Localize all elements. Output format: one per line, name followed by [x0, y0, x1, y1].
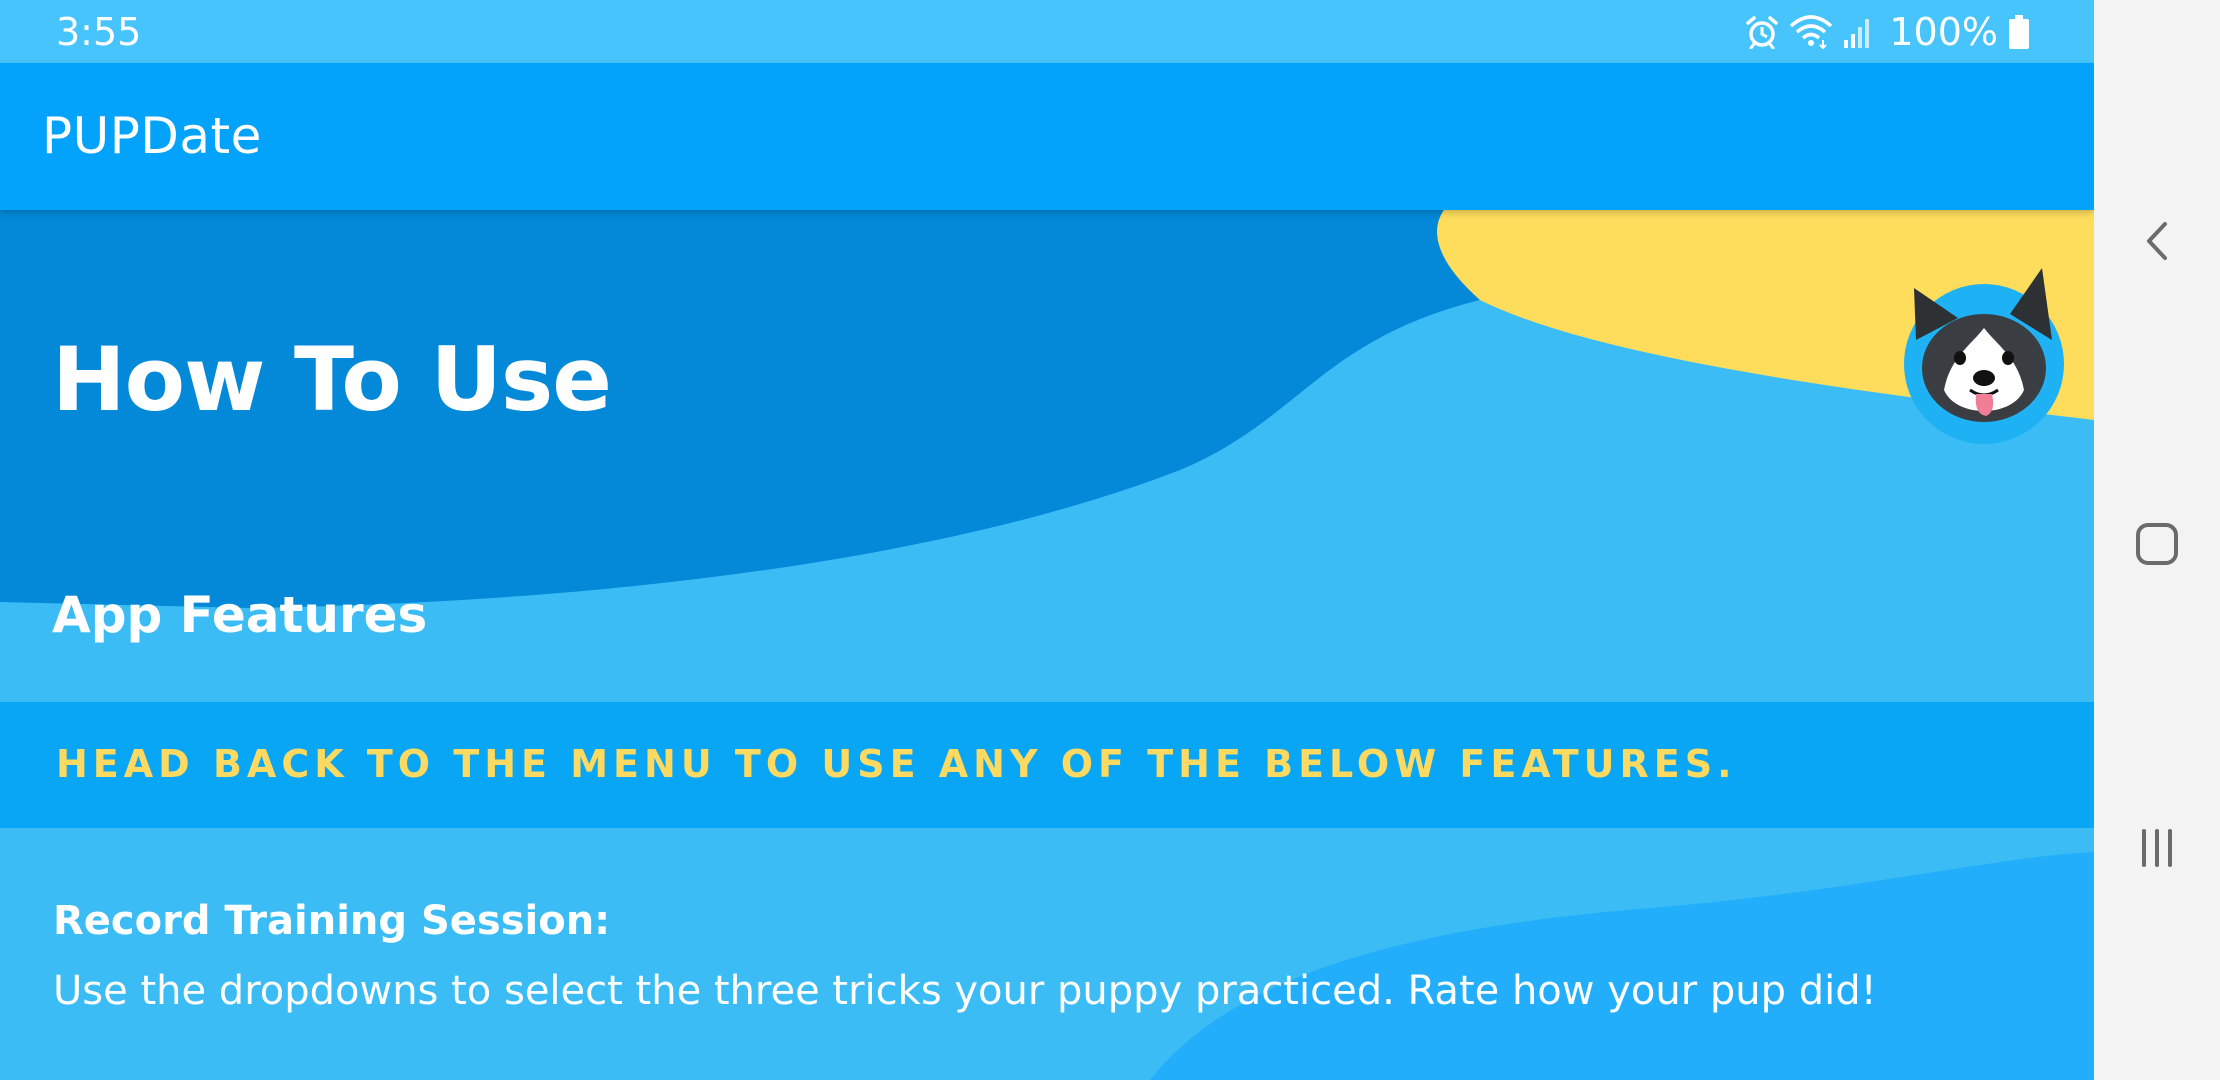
status-icons: 100% — [1745, 8, 2030, 56]
instruction-banner: HEAD BACK TO THE MENU TO USE ANY OF THE … — [0, 702, 2094, 828]
home-icon — [2136, 523, 2178, 565]
feature-description: Use the dropdowns to select the three tr… — [53, 968, 1877, 1014]
app-bar: PUPDate — [0, 63, 2094, 210]
signal-icon — [1843, 16, 1873, 48]
section-title: App Features — [52, 586, 428, 644]
status-bar: 3:55 100% — [0, 0, 2094, 63]
dog-face-logo — [1900, 262, 2068, 448]
status-time: 3:55 — [56, 10, 142, 54]
system-nav-bar — [2094, 0, 2220, 1080]
back-icon — [2147, 222, 2167, 260]
alarm-icon — [1745, 15, 1779, 49]
recents-button[interactable] — [2122, 813, 2192, 883]
app-title: PUPDate — [42, 107, 262, 165]
battery-icon — [2008, 15, 2030, 49]
hero-section: How To Use App Features — [0, 210, 2094, 702]
content-background — [0, 828, 2094, 1080]
back-button[interactable] — [2122, 206, 2192, 276]
app-screen: 3:55 100% PUPDate How To Use App Feature… — [0, 0, 2094, 1080]
home-button[interactable] — [2122, 509, 2192, 579]
page-title: How To Use — [52, 328, 612, 431]
recents-icon — [2142, 829, 2172, 867]
banner-text: HEAD BACK TO THE MENU TO USE ANY OF THE … — [56, 742, 1737, 786]
feature-title: Record Training Session: — [53, 898, 611, 944]
battery-percent: 100% — [1889, 10, 1998, 54]
feature-list: Record Training Session: Use the dropdow… — [0, 828, 2094, 1080]
wifi-icon — [1789, 14, 1833, 50]
